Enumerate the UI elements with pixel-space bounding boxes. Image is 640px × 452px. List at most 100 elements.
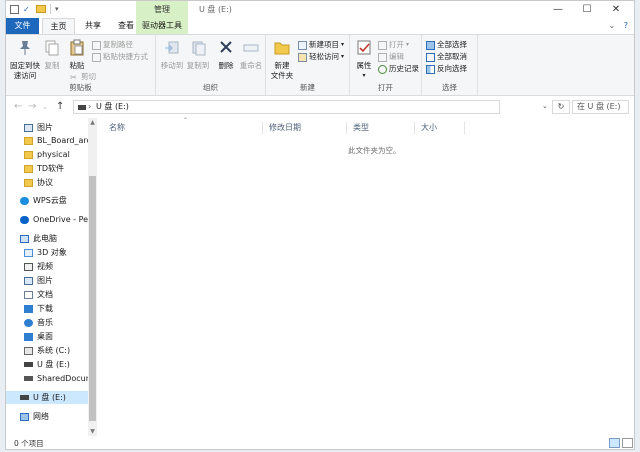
nav-item-video[interactable]: 视频 <box>24 260 53 273</box>
nav-item-folder[interactable]: physical <box>24 148 70 161</box>
folder-icon <box>24 136 33 145</box>
maximize-button[interactable]: ☐ <box>573 1 601 18</box>
collapse-ribbon-icon[interactable]: ⌄ <box>609 21 616 30</box>
tab-share[interactable]: 共享 <box>79 18 107 34</box>
empty-folder-message: 此文件夹为空。 <box>348 146 401 155</box>
minimize-button[interactable]: — <box>544 1 572 18</box>
details-view-button[interactable] <box>609 438 620 448</box>
copy-path-button[interactable]: 复制路径 <box>92 40 133 50</box>
pin-quick-access-label: 固定到快 速访问 <box>10 61 40 80</box>
title-bar: ✓ ▾ 管理 U 盘 (E:) — ☐ ✕ <box>6 1 634 18</box>
paste-button[interactable]: 粘贴 <box>66 39 88 71</box>
invert-selection-label: 反向选择 <box>437 64 467 73</box>
column-name[interactable]: 名称 <box>103 122 263 134</box>
column-type[interactable]: 类型 <box>347 122 415 134</box>
select-all-label: 全部选择 <box>437 40 467 49</box>
new-item-button[interactable]: 新建项目 ▾ <box>298 40 344 50</box>
address-dropdown-icon[interactable]: ⌄ <box>542 102 548 110</box>
group-label-new: 新建 <box>300 83 315 92</box>
breadcrumb-path[interactable]: U 盘 (E:) <box>96 102 129 111</box>
edit-button[interactable]: 编辑 <box>378 52 404 62</box>
history-button[interactable]: 历史记录 <box>378 64 419 74</box>
close-button[interactable]: ✕ <box>602 1 630 18</box>
properties-icon[interactable] <box>10 4 19 14</box>
easy-access-icon <box>298 52 307 62</box>
nav-scrollbar[interactable]: ▲ ▼ <box>88 118 97 436</box>
invert-selection-button[interactable]: 反向选择 <box>426 64 467 74</box>
select-none-button[interactable]: 全部取消 <box>426 52 467 62</box>
nav-item-label: 3D 对象 <box>37 248 67 257</box>
chevron-down-icon: ▾ <box>406 41 410 48</box>
tab-home[interactable]: 主页 <box>42 18 75 34</box>
nav-item-label: TD软件 <box>37 164 65 173</box>
column-modified[interactable]: 修改日期 <box>263 122 347 134</box>
nav-item-label: physical <box>37 150 70 159</box>
nav-item-netdrive[interactable]: SharedDocume <box>24 372 96 385</box>
copy-to-button[interactable]: 复制到 <box>186 39 210 71</box>
group-label-select: 选择 <box>442 83 457 92</box>
nav-item-music[interactable]: 音乐 <box>24 316 53 329</box>
check-icon[interactable]: ✓ <box>23 5 32 14</box>
refresh-button[interactable]: ↻ <box>552 100 570 114</box>
chevron-down-icon[interactable]: ▾ <box>55 5 59 13</box>
nav-item-cloud[interactable]: WPS云盘 <box>20 194 67 207</box>
cut-button[interactable]: ✂ 剪切 <box>70 72 96 82</box>
nav-item-network[interactable]: 网络 <box>20 410 49 423</box>
nav-item-usb[interactable]: U 盘 (E:) <box>6 391 88 404</box>
open-button[interactable]: 打开 ▾ <box>378 40 409 50</box>
up-button[interactable]: ↑ <box>56 101 64 112</box>
new-folder-button[interactable]: 新建 文件夹 <box>269 39 295 81</box>
pin-quick-access-button[interactable]: 固定到快 速访问 <box>10 39 40 81</box>
tab-drive-tools[interactable]: 驱动器工具 <box>136 18 188 34</box>
large-icons-view-button[interactable] <box>622 438 633 448</box>
nav-item-usb[interactable]: U 盘 (E:) <box>24 358 70 371</box>
download-icon <box>24 304 33 313</box>
group-select: 全部选择 全部取消 反向选择 选择 <box>422 35 478 95</box>
help-icon[interactable]: ? <box>624 21 628 30</box>
nav-item-folder[interactable]: BL_Board_arch <box>24 134 96 147</box>
scroll-up-icon[interactable]: ▲ <box>88 119 97 126</box>
ribbon: 固定到快 速访问 复制 粘贴 复制路径 粘贴快捷方式 ✂ 剪切 剪贴板 移动到 … <box>6 34 634 96</box>
back-button[interactable]: ← <box>14 101 22 112</box>
delete-label: 删除 <box>218 61 234 70</box>
paste-shortcut-icon <box>92 52 101 62</box>
address-input[interactable]: › U 盘 (E:) <box>73 100 500 114</box>
context-tab-manage[interactable]: 管理 <box>136 1 188 18</box>
nav-item-label: 桌面 <box>37 332 53 341</box>
nav-item-pictures[interactable]: 图片 <box>24 274 53 287</box>
select-all-icon <box>426 40 435 50</box>
nav-item-label: 图片 <box>37 123 53 132</box>
nav-item-pictures[interactable]: 图片 <box>24 121 53 134</box>
easy-access-button[interactable]: 轻松访问 ▾ <box>298 52 344 62</box>
cloud-icon <box>20 196 29 205</box>
properties-label: 属性 <box>356 61 372 70</box>
copy-button[interactable]: 复制 <box>42 39 62 71</box>
nav-item-docs[interactable]: 文档 <box>24 288 53 301</box>
nav-item-desktop[interactable]: 桌面 <box>24 330 53 343</box>
group-new: 新建 文件夹 新建项目 ▾ 轻松访问 ▾ 新建 <box>266 35 350 95</box>
move-to-button[interactable]: 移动到 <box>160 39 184 71</box>
nav-item-drive[interactable]: 系统 (C:) <box>24 344 70 357</box>
tab-file[interactable]: 文件 <box>6 18 39 34</box>
recent-dropdown[interactable]: ⌄ <box>42 103 48 111</box>
paste-shortcut-button[interactable]: 粘贴快捷方式 <box>92 52 148 62</box>
file-list[interactable]: ⌃ 名称 修改日期 类型 大小 此文件夹为空。 <box>97 117 634 436</box>
search-input[interactable]: 在 U 盘 (E:) <box>572 100 629 114</box>
delete-button[interactable]: 删除 <box>216 39 236 71</box>
rename-button[interactable]: 重命名 <box>238 39 264 71</box>
nav-item-onedrive[interactable]: OneDrive - Perso <box>20 213 96 226</box>
nav-item-folder[interactable]: TD软件 <box>24 162 64 175</box>
forward-button[interactable]: → <box>28 101 36 112</box>
nav-item-3d[interactable]: 3D 对象 <box>24 246 67 259</box>
column-size[interactable]: 大小 <box>415 122 465 134</box>
scroll-down-icon[interactable]: ▼ <box>88 428 97 435</box>
select-all-button[interactable]: 全部选择 <box>426 40 467 50</box>
nav-item-pc[interactable]: 此电脑 <box>20 232 57 245</box>
new-folder-icon[interactable] <box>36 5 46 13</box>
cut-label: 剪切 <box>81 72 96 81</box>
nav-item-label: OneDrive - Perso <box>33 215 96 224</box>
properties-button[interactable]: 属性 ▾ <box>353 39 375 81</box>
nav-item-folder[interactable]: 协议 <box>24 176 53 189</box>
nav-item-download[interactable]: 下载 <box>24 302 53 315</box>
scroll-thumb[interactable] <box>89 176 96 421</box>
